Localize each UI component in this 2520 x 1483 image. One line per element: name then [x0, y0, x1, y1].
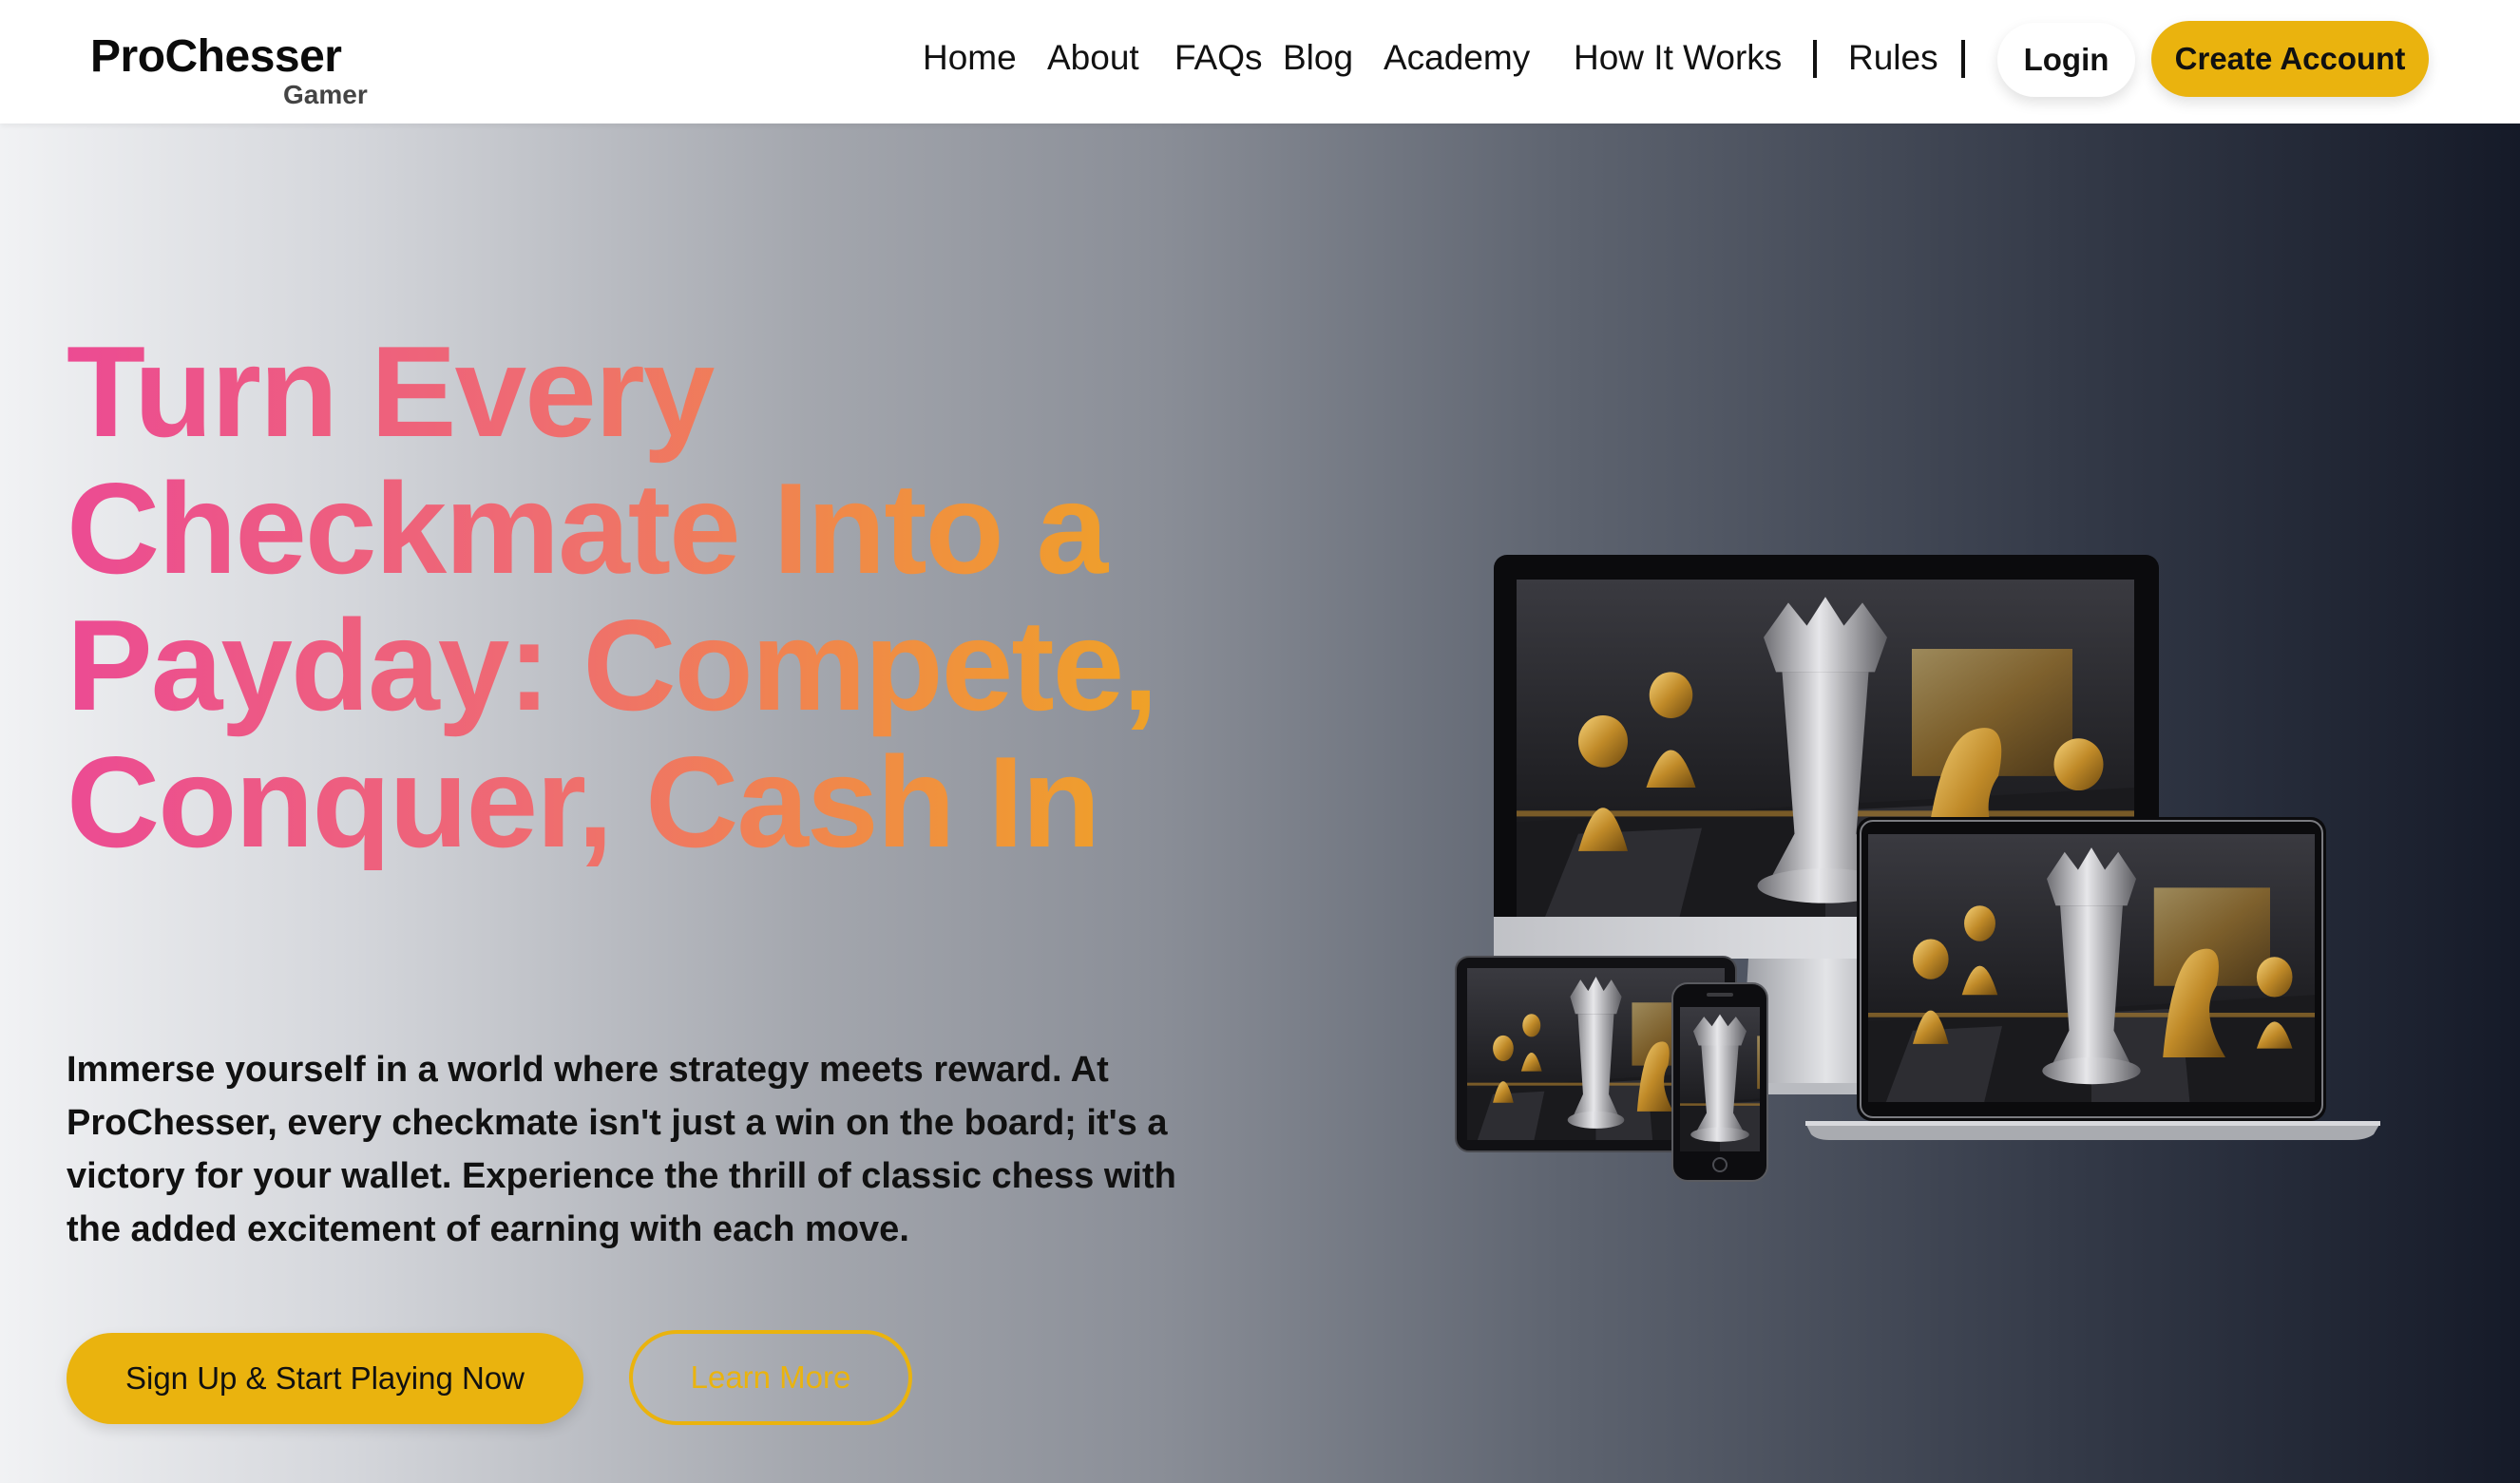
nav-divider — [1813, 40, 1817, 78]
nav-academy[interactable]: Academy — [1384, 38, 1530, 78]
nav-blog[interactable]: Blog — [1283, 38, 1353, 78]
hero-headline: Turn Every Checkmate Into a Payday: Comp… — [67, 323, 1283, 870]
site-header: ProChesser Gamer Home About FAQs Blog Ac… — [0, 0, 2520, 124]
nav-divider — [1961, 40, 1965, 78]
laptop — [1805, 817, 2380, 1140]
create-account-button[interactable]: Create Account — [2151, 21, 2429, 97]
devices-chess-illustration — [1455, 555, 2380, 1182]
hero-description: Immerse yourself in a world where strate… — [67, 1050, 1176, 1249]
login-button[interactable]: Login — [1997, 23, 2135, 97]
nav-how-it-works[interactable]: How It Works — [1574, 38, 1782, 78]
nav-rules[interactable]: Rules — [1848, 38, 1938, 78]
nav-faqs[interactable]: FAQs — [1174, 38, 1263, 78]
logo-title[interactable]: ProChesser — [90, 30, 342, 83]
nav-home[interactable]: Home — [923, 38, 1017, 78]
learn-more-button[interactable]: Learn More — [629, 1330, 912, 1425]
nav-about[interactable]: About — [1047, 38, 1139, 78]
logo-subtitle: Gamer — [283, 80, 368, 109]
sign-up-button[interactable]: Sign Up & Start Playing Now — [67, 1333, 583, 1424]
